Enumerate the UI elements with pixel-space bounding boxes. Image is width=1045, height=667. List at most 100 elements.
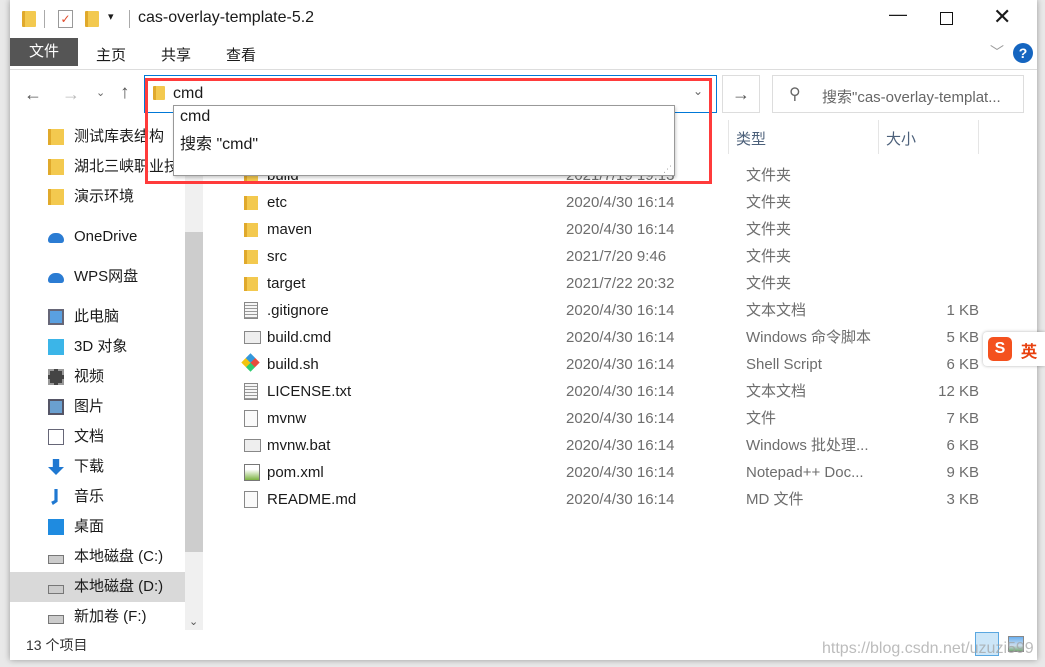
music-icon — [51, 489, 58, 505]
file-date: 2020/4/30 16:14 — [566, 302, 675, 319]
file-row[interactable]: etc 2020/4/30 16:14 文件夹 — [230, 189, 1000, 216]
scrollbar-thumb[interactable] — [185, 232, 203, 552]
go-button[interactable]: → — [722, 75, 760, 113]
file-row[interactable]: target 2021/7/22 20:32 文件夹 — [230, 270, 1000, 297]
search-box[interactable]: ⚲ 搜索"cas-overlay-templat... — [772, 75, 1024, 113]
file-date: 2020/4/30 16:14 — [566, 329, 675, 346]
file-name: maven — [267, 221, 313, 238]
file-row[interactable]: mvnw 2020/4/30 16:14 文件 7 KB — [230, 405, 1000, 432]
file-size: 3 KB — [946, 491, 979, 508]
folder-icon — [244, 277, 258, 291]
item-count: 13 个项目 — [26, 637, 88, 653]
git-icon — [241, 353, 260, 372]
scroll-down-icon[interactable]: ⌄ — [189, 615, 198, 628]
sidebar-item[interactable]: 文档 — [10, 422, 185, 452]
sidebar-item[interactable]: 桌面 — [10, 512, 185, 542]
sidebar-item-label: 新加卷 (F:) — [74, 608, 147, 625]
up-button[interactable]: ↑ — [120, 82, 130, 104]
file-size: 5 KB — [946, 329, 979, 346]
sidebar-item[interactable]: 图片 — [10, 392, 185, 422]
customize-toolbar-icon[interactable]: ▾ — [108, 10, 114, 23]
file-type: 文件夹 — [746, 275, 792, 292]
file-size: 9 KB — [946, 464, 979, 481]
file-name: build.sh — [267, 356, 319, 373]
file-date: 2020/4/30 16:14 — [566, 356, 675, 373]
picture-icon — [48, 399, 64, 415]
file-row[interactable]: LICENSE.txt 2020/4/30 16:14 文本文档 12 KB — [230, 378, 1000, 405]
file-row[interactable]: pom.xml 2020/4/30 16:14 Notepad++ Doc...… — [230, 459, 1000, 486]
file-row[interactable]: README.md 2020/4/30 16:14 MD 文件 3 KB — [230, 486, 1000, 513]
folder-icon — [244, 196, 258, 210]
minimize-button[interactable]: — — [883, 4, 913, 25]
file-row[interactable]: .gitignore 2020/4/30 16:14 文本文档 1 KB — [230, 297, 1000, 324]
file-name: README.md — [267, 491, 357, 508]
file-type: 文件 — [746, 410, 777, 427]
ime-mode[interactable]: 英 — [1021, 338, 1037, 362]
properties-icon[interactable]: ✓ — [58, 10, 73, 28]
file-row[interactable]: build.sh 2020/4/30 16:14 Shell Script 6 … — [230, 351, 1000, 378]
cloud-icon — [48, 273, 64, 283]
sidebar-item[interactable]: 3D 对象 — [10, 332, 185, 362]
file-row[interactable]: maven 2020/4/30 16:14 文件夹 — [230, 216, 1000, 243]
maximize-button[interactable] — [940, 12, 953, 25]
file-size: 12 KB — [938, 383, 979, 400]
tab-view[interactable]: 查看 — [226, 44, 256, 65]
script-icon — [244, 331, 261, 344]
expand-ribbon-icon[interactable]: ﹀ — [990, 42, 1004, 62]
tab-home[interactable]: 主页 — [96, 44, 126, 65]
forward-button[interactable]: → — [62, 84, 80, 105]
divider — [44, 10, 45, 28]
sidebar-item[interactable]: WPS网盘 — [10, 262, 185, 292]
navigation-pane: 测试库表结构 湖北三峡职业技 演示环境 OneDrive WPS网盘 此电脑 3D 对象 视频… — [10, 122, 185, 630]
file-row[interactable]: src 2021/7/20 9:46 文件夹 — [230, 243, 1000, 270]
watermark: https://blog.csdn.net/uzuzi599 — [822, 640, 1034, 657]
file-row[interactable]: mvnw.bat 2020/4/30 16:14 Windows 批处理... … — [230, 432, 1000, 459]
file-type: 文件夹 — [746, 167, 792, 184]
text-file-icon — [244, 383, 258, 400]
sidebar-item[interactable]: 本地磁盘 (C:) — [10, 542, 185, 572]
new-folder-icon[interactable] — [85, 11, 99, 27]
sidebar-item-label: 此电脑 — [74, 308, 120, 325]
column-header-type[interactable]: 类型 — [736, 128, 766, 149]
sidebar-item-label: 视频 — [74, 368, 105, 385]
help-icon[interactable]: ? — [1013, 43, 1033, 63]
sidebar-item-label: 本地磁盘 (C:) — [74, 548, 164, 565]
sidebar-item[interactable]: 下载 — [10, 452, 185, 482]
tab-share[interactable]: 共享 — [161, 44, 191, 65]
sidebar-item[interactable]: OneDrive — [10, 222, 185, 252]
back-button[interactable]: ← — [24, 84, 42, 105]
file-type: 文件夹 — [746, 221, 792, 238]
file-type: 文件夹 — [746, 248, 792, 265]
file-date: 2020/4/30 16:14 — [566, 491, 675, 508]
close-button[interactable]: ✕ — [993, 4, 1011, 30]
column-header-size[interactable]: 大小 — [886, 128, 916, 149]
file-size: 1 KB — [946, 302, 979, 319]
recent-locations-icon[interactable]: ⌄ — [96, 86, 105, 99]
drive-icon — [48, 585, 64, 594]
file-date: 2021/7/22 20:32 — [566, 275, 675, 292]
sidebar-item[interactable]: 此电脑 — [10, 302, 185, 332]
file-name: LICENSE.txt — [267, 383, 352, 400]
column-divider — [978, 120, 979, 154]
file-name: pom.xml — [267, 464, 324, 481]
sidebar-item[interactable]: 新加卷 (F:) — [10, 602, 185, 630]
search-input[interactable]: 搜索"cas-overlay-templat... — [822, 86, 1001, 107]
file-name: src — [267, 248, 287, 265]
script-icon — [244, 439, 261, 452]
ime-toolbar[interactable]: S 英 — [983, 332, 1045, 366]
file-size: 6 KB — [946, 437, 979, 454]
file-name: mvnw — [267, 410, 307, 427]
sidebar-item[interactable]: 演示环境 — [10, 182, 185, 212]
file-date: 2021/7/20 9:46 — [566, 248, 667, 265]
file-date: 2020/4/30 16:14 — [566, 410, 675, 427]
text-file-icon — [244, 302, 258, 319]
sidebar-item[interactable]: 音乐 — [10, 482, 185, 512]
sidebar-scrollbar[interactable]: ⌄ — [185, 122, 203, 630]
highlight-box — [145, 78, 712, 184]
sidebar-item[interactable]: 视频 — [10, 362, 185, 392]
file-name: etc — [267, 194, 288, 211]
tab-file[interactable]: 文件 — [10, 38, 78, 66]
sidebar-item[interactable]: 本地磁盘 (D:) — [10, 572, 185, 602]
column-divider — [878, 120, 879, 154]
file-row[interactable]: build.cmd 2020/4/30 16:14 Windows 命令脚本 5… — [230, 324, 1000, 351]
